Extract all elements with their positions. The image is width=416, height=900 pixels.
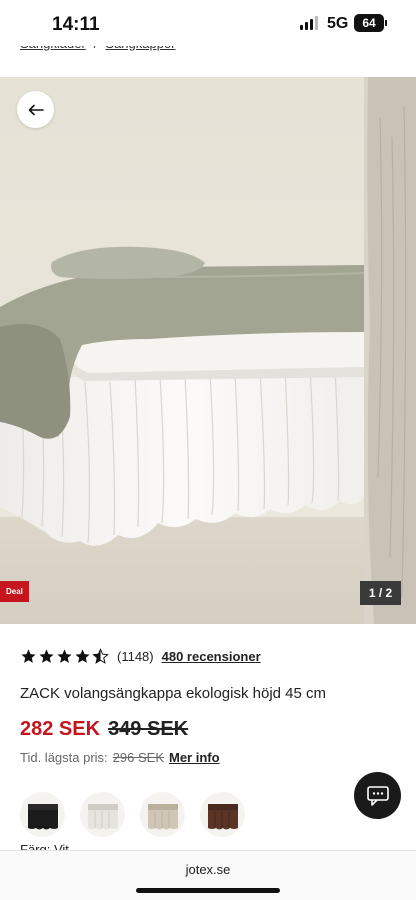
deal-badge: Deal	[0, 581, 29, 602]
network-label: 5G	[327, 15, 349, 32]
image-page-counter: 1 / 2	[360, 581, 401, 605]
reviews-link[interactable]: 480 recensioner	[162, 649, 261, 664]
back-button[interactable]	[17, 91, 54, 128]
price-block: 282 SEK 349 SEK	[20, 718, 188, 741]
battery-icon: 64	[354, 14, 387, 32]
swatch-black[interactable]	[20, 792, 65, 837]
current-price: 282 SEK	[20, 718, 101, 740]
star-icon	[21, 649, 36, 663]
battery-level: 64	[362, 16, 376, 30]
next-product-image-preview[interactable]	[364, 77, 416, 624]
swatch-brown[interactable]	[200, 792, 245, 837]
original-price: 349 SEK	[108, 718, 189, 740]
product-rating: (1148) 480 recensioner	[20, 648, 261, 665]
product-image-bed-skirt	[0, 77, 364, 624]
arrow-left-icon	[28, 104, 44, 115]
status-time: 14:11	[52, 14, 100, 35]
browser-address-bar[interactable]: jotex.se	[0, 850, 416, 900]
review-count: (1148)	[117, 649, 154, 664]
swatch-black-image	[27, 803, 58, 829]
color-swatches	[20, 792, 245, 837]
star-icon	[57, 649, 72, 663]
chat-button[interactable]	[354, 772, 401, 819]
swatch-beige-image	[147, 803, 178, 829]
status-bar: 14:11 5G 64	[0, 0, 416, 46]
lowest-price-label: Tid. lägsta pris:	[20, 750, 108, 765]
more-info-link[interactable]: Mer info	[169, 750, 220, 765]
product-title: ZACK volangsängkappa ekologisk höjd 45 c…	[20, 685, 327, 702]
swatch-beige[interactable]	[140, 792, 185, 837]
half-star-icon	[92, 648, 109, 664]
home-indicator[interactable]	[136, 888, 280, 893]
signal-icon	[300, 16, 318, 30]
chat-icon	[366, 785, 389, 806]
rating-stars	[20, 648, 109, 665]
star-icon	[75, 649, 90, 663]
product-image-gallery[interactable]: Deal 1 / 2	[0, 77, 416, 624]
swatch-white-image	[87, 803, 118, 829]
swatch-brown-image	[207, 803, 238, 829]
lowest-price-info: Tid. lägsta pris: 296 SEK Mer info	[20, 750, 220, 765]
url-text[interactable]: jotex.se	[0, 862, 416, 877]
lowest-price-value: 296 SEK	[112, 750, 164, 765]
star-icon	[39, 649, 54, 663]
swatch-white[interactable]	[80, 792, 125, 837]
